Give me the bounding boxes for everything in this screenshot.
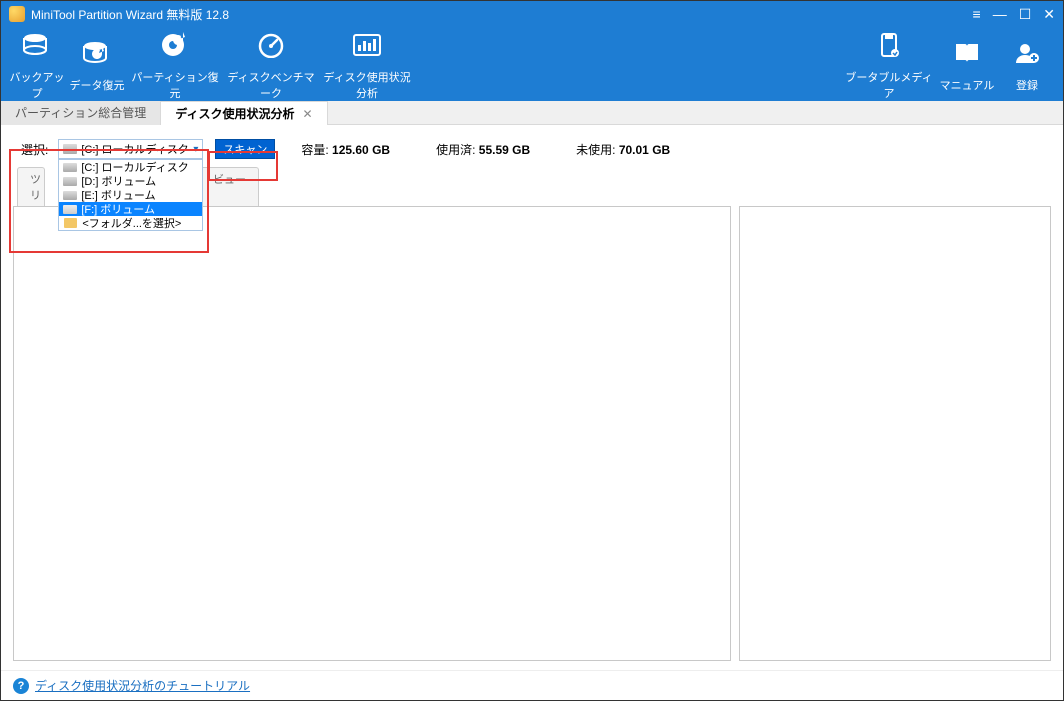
tab-close-icon[interactable]: ✕	[302, 107, 312, 121]
toolbar-recovery[interactable]: データ復元	[67, 35, 127, 93]
file-view-tab[interactable]: ビュー	[200, 167, 259, 206]
folder-icon	[64, 218, 77, 228]
toolbar-label: バックアップ	[7, 69, 67, 101]
toolbar-label: マニュアル	[937, 77, 997, 93]
benchmark-icon	[223, 27, 319, 63]
capacity-stat: 容量: 125.60 GB	[301, 141, 390, 158]
titlebar: MiniTool Partition Wizard 無料版 12.8 ≡ — ☐…	[1, 1, 1063, 27]
toolbar-label: ディスクベンチマーク	[223, 69, 319, 101]
toolbar-manual[interactable]: マニュアル	[937, 35, 997, 93]
right-panel	[739, 206, 1051, 661]
maximize-icon[interactable]: ☐	[1019, 7, 1032, 21]
select-label: 選択:	[21, 141, 48, 158]
toolbar-label: ディスク使用状況分析	[319, 69, 415, 101]
drive-select-input[interactable]: [C:] ローカルディスク ▾	[58, 139, 203, 159]
app-icon	[9, 6, 25, 22]
controls-row: 選択: [C:] ローカルディスク ▾ [C:] ローカルディスク [D:] ボ…	[1, 125, 1063, 169]
footer: ? ディスク使用状況分析のチュートリアル	[1, 670, 1063, 700]
toolbar-usage[interactable]: ディスク使用状況分析	[319, 27, 415, 101]
toolbar-benchmark[interactable]: ディスクベンチマーク	[223, 27, 319, 101]
result-panels	[1, 206, 1063, 661]
scan-button[interactable]: スキャン	[215, 139, 275, 159]
drive-option-f[interactable]: [F:] ボリューム	[59, 202, 202, 216]
unused-stat: 未使用: 70.01 GB	[576, 141, 670, 158]
toolbar-register[interactable]: 登録	[997, 35, 1057, 93]
drive-dropdown: [C:] ローカルディスク [D:] ボリューム [E:] ボリューム [F:]…	[58, 159, 203, 231]
chevron-down-icon: ▾	[193, 144, 198, 155]
drive-option-e[interactable]: [E:] ボリューム	[59, 188, 202, 202]
toolbar-label: ブータブルメディア	[841, 69, 937, 101]
tab-disk-usage[interactable]: ディスク使用状況分析✕	[161, 101, 327, 125]
toolbar-backup[interactable]: バックアップ	[7, 27, 67, 101]
drive-icon	[63, 177, 77, 186]
content-area: 選択: [C:] ローカルディスク ▾ [C:] ローカルディスク [D:] ボ…	[1, 125, 1063, 670]
toolbar-label: データ復元	[67, 77, 127, 93]
tab-partition-management[interactable]: パーティション総合管理	[1, 101, 161, 125]
app-title: MiniTool Partition Wizard 無料版 12.8	[31, 6, 973, 23]
drive-icon	[63, 205, 77, 214]
usage-icon	[319, 27, 415, 63]
close-icon[interactable]: ✕	[1043, 7, 1055, 21]
used-stat: 使用済: 55.59 GB	[436, 141, 530, 158]
left-panel	[13, 206, 731, 661]
drive-select[interactable]: [C:] ローカルディスク ▾ [C:] ローカルディスク [D:] ボリューム…	[58, 139, 203, 159]
toolbar-label: 登録	[997, 77, 1057, 93]
tree-view-tab[interactable]: ツリ	[17, 167, 45, 206]
register-icon	[997, 35, 1057, 71]
selected-drive-text: [C:] ローカルディスク	[81, 141, 193, 157]
help-icon: ?	[13, 678, 29, 694]
tutorial-link[interactable]: ディスク使用状況分析のチュートリアル	[35, 677, 250, 694]
window-buttons: ≡ — ☐ ✕	[973, 7, 1055, 21]
recovery-icon	[67, 35, 127, 71]
drive-option-c[interactable]: [C:] ローカルディスク	[59, 160, 202, 174]
drive-option-d[interactable]: [D:] ボリューム	[59, 174, 202, 188]
drive-icon	[63, 144, 77, 154]
manual-icon	[937, 35, 997, 71]
drive-option-folder[interactable]: <フォルダ...を選択>	[59, 216, 202, 230]
backup-icon	[7, 27, 67, 63]
minimize-icon[interactable]: —	[993, 7, 1007, 21]
toolbar-partition-recovery[interactable]: パーティション復元	[127, 27, 223, 101]
partition-icon	[127, 27, 223, 63]
bootmedia-icon	[841, 27, 937, 63]
toolbar-label: パーティション復元	[127, 69, 223, 101]
drive-icon	[63, 163, 77, 172]
main-toolbar: バックアップ データ復元 パーティション復元 ディスクベンチマーク ディスク使用…	[1, 27, 1063, 101]
menu-icon[interactable]: ≡	[973, 7, 981, 21]
toolbar-bootmedia[interactable]: ブータブルメディア	[841, 27, 937, 101]
drive-icon	[63, 191, 77, 200]
tab-bar: パーティション総合管理 ディスク使用状況分析✕	[1, 101, 1063, 125]
